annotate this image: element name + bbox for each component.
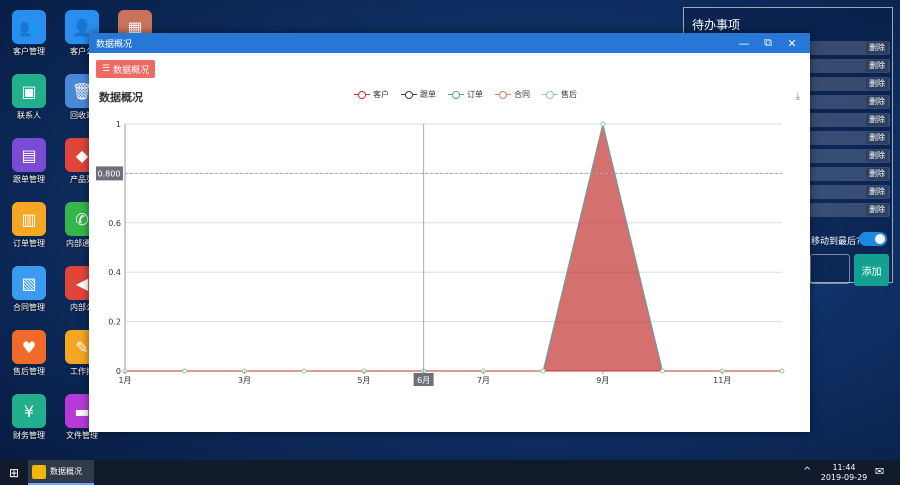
- y-tick-label: 0: [116, 367, 121, 376]
- chevron-up-icon[interactable]: ^: [803, 466, 811, 477]
- desktop-icon-label: 订单管理: [13, 239, 45, 248]
- x-tick-label: 1月: [118, 376, 131, 385]
- x-tick-label: 11月: [713, 376, 731, 385]
- app-tile-icon: ▤: [12, 138, 46, 172]
- todo-input[interactable]: [810, 254, 850, 284]
- clock-time: 11:44: [832, 463, 856, 472]
- app-tile-icon: ▥: [12, 202, 46, 236]
- desktop-icon[interactable]: ▤ 跟单管理: [1, 138, 57, 185]
- taskbar-app-label: 数据概况: [50, 467, 82, 476]
- delete-todo-button[interactable]: 删除: [866, 150, 888, 162]
- app-tile-icon: ♥: [12, 330, 46, 364]
- y-tick-label: 1: [116, 120, 121, 129]
- data-point[interactable]: [540, 368, 546, 374]
- desktop-icon-label: 联系人: [17, 111, 41, 120]
- app-icon: [32, 464, 46, 479]
- data-point[interactable]: [301, 368, 307, 374]
- delete-todo-button[interactable]: 删除: [866, 132, 888, 144]
- delete-todo-button[interactable]: 删除: [866, 204, 888, 216]
- desktop-icon[interactable]: ¥ 财务管理: [1, 394, 57, 441]
- data-point[interactable]: [600, 121, 606, 127]
- x-tick-label: 6月: [417, 376, 430, 385]
- x-tick-label: 9月: [596, 376, 609, 385]
- x-tick-label: 3月: [238, 376, 251, 385]
- delete-todo-button[interactable]: 删除: [866, 186, 888, 198]
- clock-date: 2019-09-29: [820, 473, 868, 482]
- notification-icon[interactable]: ✉: [875, 465, 884, 478]
- desktop-icon[interactable]: ▣ 联系人: [1, 74, 57, 121]
- area-chart[interactable]: 00.20.40.60.810.8001月3月5月6月7月9月11月: [89, 33, 810, 432]
- data-point[interactable]: [182, 368, 188, 374]
- move-to-last-toggle[interactable]: [859, 232, 887, 246]
- delete-todo-button[interactable]: 删除: [866, 78, 888, 90]
- windows-start-icon[interactable]: ⊞: [0, 466, 28, 480]
- data-point[interactable]: [779, 368, 785, 374]
- clock[interactable]: 11:44 2019-09-29: [818, 463, 870, 483]
- data-overview-window: 数据概况 — ⧉ ✕ ☰ 数据概况 数据概况 客户 跟单 订单 合同 售后 ⤓ 0 0.2…: [89, 33, 810, 432]
- desktop-icon-label: 文件管理: [66, 431, 98, 440]
- y-tick-label: 0.6: [108, 219, 121, 228]
- x-tick-label: 5月: [357, 376, 370, 385]
- delete-todo-button[interactable]: 删除: [866, 42, 888, 54]
- desktop-icon[interactable]: ♥ 售后管理: [1, 330, 57, 377]
- delete-todo-button[interactable]: 删除: [866, 60, 888, 72]
- desktop-icon[interactable]: ▥ 订单管理: [1, 202, 57, 249]
- taskbar-app-data-overview[interactable]: 数据概况: [28, 460, 94, 485]
- desktop-icon-label: 合同管理: [13, 303, 45, 312]
- desktop-icon-label: 售后管理: [13, 367, 45, 376]
- x-tick-label: 7月: [477, 376, 490, 385]
- move-to-last-label: 移动到最后?: [811, 237, 861, 247]
- app-tile-icon: ▧: [12, 266, 46, 300]
- desktop-icon[interactable]: ▧ 合同管理: [1, 266, 57, 313]
- desktop-icon-label: 跟单管理: [13, 175, 45, 184]
- add-todo-button[interactable]: 添加: [854, 254, 889, 286]
- data-point[interactable]: [660, 368, 666, 374]
- app-tile-icon: ¥: [12, 394, 46, 428]
- series-line: [125, 123, 782, 372]
- delete-todo-button[interactable]: 删除: [866, 168, 888, 180]
- desktop-icon-label: 客户管理: [13, 47, 45, 56]
- app-tile-icon: ▣: [12, 74, 46, 108]
- desktop-icon-label: 财务管理: [13, 431, 45, 440]
- y-tick-label: 0.2: [108, 318, 121, 327]
- delete-todo-button[interactable]: 删除: [866, 114, 888, 126]
- desktop-icon[interactable]: 👥 客户管理: [1, 10, 57, 57]
- crosshair-y-label: 0.800: [98, 169, 121, 178]
- area-fill: [125, 124, 782, 371]
- taskbar: ⊞ 数据概况 ^ 11:44 2019-09-29 ✉: [0, 460, 900, 485]
- delete-todo-button[interactable]: 删除: [866, 96, 888, 108]
- y-tick-label: 0.4: [108, 268, 121, 277]
- app-tile-icon: 👥: [12, 10, 46, 44]
